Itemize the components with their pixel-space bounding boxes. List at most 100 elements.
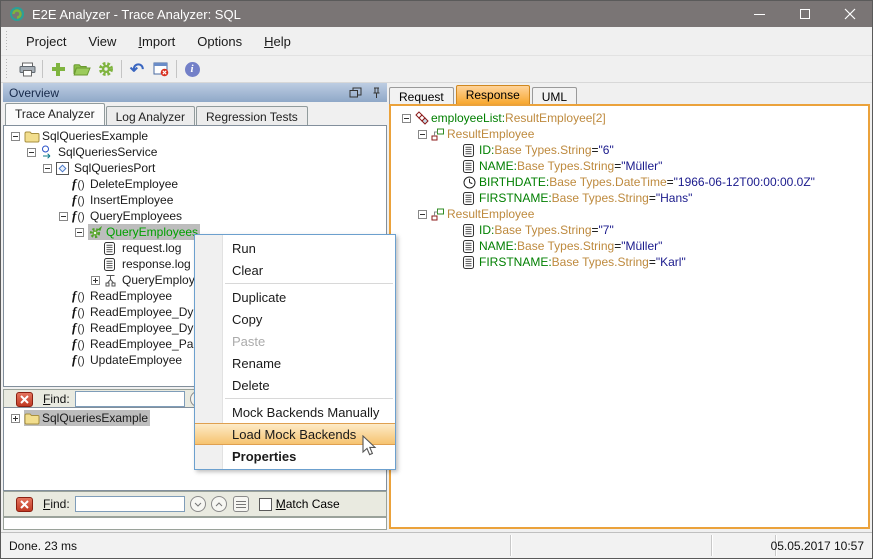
tree-row[interactable]: ID: Base Types.String = "7" bbox=[395, 222, 866, 238]
tree-label: SqlQueriesExample bbox=[40, 411, 150, 425]
tab-regression-tests[interactable]: Regression Tests bbox=[196, 106, 308, 125]
tree-row[interactable]: DeleteEmployee bbox=[4, 176, 386, 192]
collapse-expander-icon[interactable] bbox=[399, 114, 415, 123]
bottom-strip bbox=[3, 517, 387, 530]
undo-button[interactable]: ↶ bbox=[125, 58, 149, 80]
status-separator bbox=[711, 535, 712, 556]
tree-row[interactable]: SqlQueriesPort bbox=[4, 160, 386, 176]
response-tree: employeeList: ResultEmployee[2] ResultEm… bbox=[389, 104, 870, 529]
minimize-button[interactable] bbox=[737, 1, 782, 27]
overview-header: Overview bbox=[3, 83, 387, 102]
datetime-clock-icon bbox=[463, 176, 479, 189]
tree-row[interactable]: SqlQueriesService bbox=[4, 144, 386, 160]
field-type: Base Types.String bbox=[552, 255, 649, 269]
open-button[interactable] bbox=[70, 58, 94, 80]
find-input[interactable] bbox=[75, 496, 185, 512]
tree-row[interactable]: ID: Base Types.String = "6" bbox=[395, 142, 866, 158]
tree-row[interactable]: InsertEmployee bbox=[4, 192, 386, 208]
trace-window-button[interactable] bbox=[149, 58, 173, 80]
field-value: "7" bbox=[599, 223, 614, 237]
menu-item-run[interactable]: Run bbox=[195, 237, 395, 259]
tree-label: SqlQueriesExample bbox=[40, 129, 150, 143]
tree-row[interactable]: QueryEmployees bbox=[4, 208, 386, 224]
print-button[interactable] bbox=[15, 58, 39, 80]
float-window-icon[interactable] bbox=[349, 87, 362, 98]
field-value: "Karl" bbox=[656, 255, 686, 269]
menu-options[interactable]: Options bbox=[186, 30, 253, 53]
menu-item-copy[interactable]: Copy bbox=[195, 308, 395, 330]
tree-row[interactable]: employeeList: ResultEmployee[2] bbox=[395, 110, 866, 126]
tree-row[interactable]: SqlQueriesExample bbox=[4, 128, 386, 144]
app-window: E2E Analyzer - Trace Analyzer: SQL Proje… bbox=[0, 0, 873, 559]
close-find-button[interactable] bbox=[16, 497, 33, 512]
close-button[interactable] bbox=[827, 1, 872, 27]
info-button[interactable] bbox=[180, 58, 204, 80]
field-name: ID: bbox=[479, 143, 494, 157]
menu-item-delete[interactable]: Delete bbox=[195, 374, 395, 396]
tree-label: UpdateEmployee bbox=[88, 353, 184, 367]
collapse-expander-icon[interactable] bbox=[24, 148, 40, 157]
field-document-icon bbox=[463, 224, 479, 237]
tree-row[interactable]: ResultEmployee bbox=[395, 206, 866, 222]
trace-window-close-icon bbox=[153, 62, 169, 77]
undo-icon: ↶ bbox=[130, 61, 144, 78]
element-type: ResultEmployee bbox=[447, 127, 534, 141]
find-previous-button[interactable] bbox=[211, 496, 227, 512]
find-input[interactable] bbox=[75, 391, 185, 407]
status-bar: Done. 23 ms 05.05.2017 10:57 bbox=[1, 532, 872, 558]
tree-label: QueryEmployees bbox=[88, 209, 184, 223]
function-icon bbox=[72, 352, 88, 368]
find-next-button[interactable] bbox=[190, 496, 206, 512]
tab-response[interactable]: Response bbox=[456, 85, 530, 104]
function-icon bbox=[72, 176, 88, 192]
tree-row[interactable]: FIRSTNAME: Base Types.String = "Hans" bbox=[395, 190, 866, 206]
field-document-icon bbox=[463, 192, 479, 205]
menu-item-clear[interactable]: Clear bbox=[195, 259, 395, 281]
match-case-label: Match Case bbox=[276, 497, 340, 511]
menu-item-duplicate[interactable]: Duplicate bbox=[195, 286, 395, 308]
menu-item-mock-backends-manually[interactable]: Mock Backends Manually bbox=[195, 401, 395, 423]
collapse-expander-icon[interactable] bbox=[8, 132, 24, 141]
collapse-expander-icon[interactable] bbox=[56, 212, 72, 221]
tree-row[interactable]: NAME: Base Types.String = "Müller" bbox=[395, 238, 866, 254]
close-find-button[interactable] bbox=[16, 392, 33, 407]
menubar-grip-handle[interactable] bbox=[4, 31, 9, 51]
tree-row[interactable]: FIRSTNAME: Base Types.String = "Karl" bbox=[395, 254, 866, 270]
expand-expander-icon[interactable] bbox=[88, 276, 104, 285]
maximize-button[interactable] bbox=[782, 1, 827, 27]
expand-expander-icon[interactable] bbox=[8, 414, 24, 423]
toolbar-grip-handle[interactable] bbox=[4, 59, 9, 79]
menu-item-paste: Paste bbox=[195, 330, 395, 352]
menu-view[interactable]: View bbox=[77, 30, 127, 53]
menu-item-rename[interactable]: Rename bbox=[195, 352, 395, 374]
pin-icon[interactable] bbox=[372, 87, 381, 99]
function-icon bbox=[72, 304, 88, 320]
tree-row[interactable]: NAME: Base Types.String = "Müller" bbox=[395, 158, 866, 174]
menu-project[interactable]: Project bbox=[15, 30, 77, 53]
tab-trace-analyzer[interactable]: Trace Analyzer bbox=[5, 103, 105, 125]
collapse-expander-icon[interactable] bbox=[40, 164, 56, 173]
field-name: ID: bbox=[479, 223, 494, 237]
menu-import[interactable]: Import bbox=[127, 30, 186, 53]
tree-row[interactable]: BIRTHDATE: Base Types.DateTime = "1966-0… bbox=[395, 174, 866, 190]
collapse-expander-icon[interactable] bbox=[72, 228, 88, 237]
tab-request[interactable]: Request bbox=[389, 87, 454, 104]
collapse-expander-icon[interactable] bbox=[415, 210, 431, 219]
function-icon bbox=[72, 208, 88, 224]
array-list-icon bbox=[415, 111, 431, 125]
highlight-all-button[interactable] bbox=[233, 496, 249, 512]
folder-icon bbox=[24, 130, 40, 143]
element-name: employeeList: bbox=[431, 111, 505, 125]
open-folder-icon bbox=[73, 63, 91, 76]
field-type: Base Types.DateTime bbox=[549, 175, 666, 189]
new-button[interactable] bbox=[46, 58, 70, 80]
settings-button[interactable] bbox=[94, 58, 118, 80]
tab-uml[interactable]: UML bbox=[532, 87, 577, 104]
tree-row[interactable]: ResultEmployee bbox=[395, 126, 866, 142]
collapse-expander-icon[interactable] bbox=[415, 130, 431, 139]
match-case-checkbox[interactable] bbox=[259, 498, 272, 511]
tab-log-analyzer[interactable]: Log Analyzer bbox=[106, 106, 195, 125]
menu-separator bbox=[225, 398, 393, 399]
menu-help[interactable]: Help bbox=[253, 30, 302, 53]
overview-tabs: Trace Analyzer Log Analyzer Regression T… bbox=[3, 102, 387, 125]
